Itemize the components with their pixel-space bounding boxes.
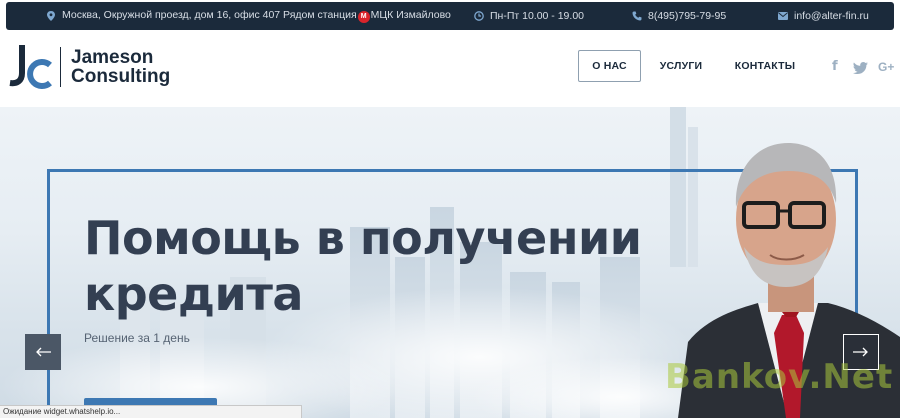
jc-logo-mark-icon <box>9 45 52 89</box>
location-pin-icon <box>47 11 55 21</box>
google-plus-icon[interactable]: G+ <box>878 60 894 74</box>
arrow-left-icon <box>36 347 51 357</box>
arrow-right-icon <box>853 347 868 357</box>
facebook-icon[interactable]: f <box>832 59 838 74</box>
hours-text: Пн-Пт 10.00 - 19.00 <box>490 10 584 22</box>
hero-slider: Помощь в получении кредита Решение за 1 … <box>0 107 900 418</box>
address-item: Москва, Окружной проезд, дом 16, офис 40… <box>46 2 451 30</box>
top-info-bar: Москва, Окружной проезд, дом 16, офис 40… <box>6 2 894 30</box>
main-nav: О НАС УСЛУГИ КОНТАКТЫ <box>578 50 813 82</box>
browser-status-bar: Ожидание widget.whatshelp.io... <box>0 405 302 418</box>
nav-about[interactable]: О НАС <box>578 50 641 82</box>
address-suffix: МЦК Измайлово <box>370 9 451 22</box>
phone-item[interactable]: 8(495)795-79-95 <box>632 2 726 30</box>
logo[interactable]: Jameson Consulting <box>8 43 170 91</box>
headline-line-1: Помощь в получении <box>84 211 642 265</box>
watermark: Bankov.Net <box>665 357 894 397</box>
site-header: Jameson Consulting О НАС УСЛУГИ КОНТАКТЫ… <box>0 31 900 107</box>
hero-headline: Помощь в получении кредита <box>84 210 642 322</box>
email-item[interactable]: info@alter-fin.ru <box>778 2 869 30</box>
address-text: Москва, Окружной проезд, дом 16, офис 40… <box>62 9 451 23</box>
metro-icon: М <box>357 10 370 23</box>
logo-line-1: Jameson <box>71 47 154 68</box>
nav-contacts[interactable]: КОНТАКТЫ <box>717 50 813 82</box>
logo-divider <box>60 47 61 87</box>
address-prefix: Москва, Окружной проезд, дом 16, офис 40… <box>62 9 357 22</box>
slider-prev-button[interactable] <box>25 334 61 370</box>
phone-icon <box>632 11 642 21</box>
nav-services[interactable]: УСЛУГИ <box>645 50 717 82</box>
hours-item: Пн-Пт 10.00 - 19.00 <box>474 2 584 30</box>
hero-subtext: Решение за 1 день <box>84 331 190 345</box>
phone-link[interactable]: 8(495)795-79-95 <box>648 10 726 22</box>
logo-line-2: Consulting <box>71 66 171 87</box>
envelope-icon <box>778 12 788 20</box>
headline-line-2: кредита <box>84 267 303 321</box>
email-link[interactable]: info@alter-fin.ru <box>794 10 869 22</box>
logo-wordmark: Jameson Consulting <box>71 48 170 86</box>
clock-icon <box>474 11 484 21</box>
twitter-icon[interactable] <box>853 62 868 74</box>
